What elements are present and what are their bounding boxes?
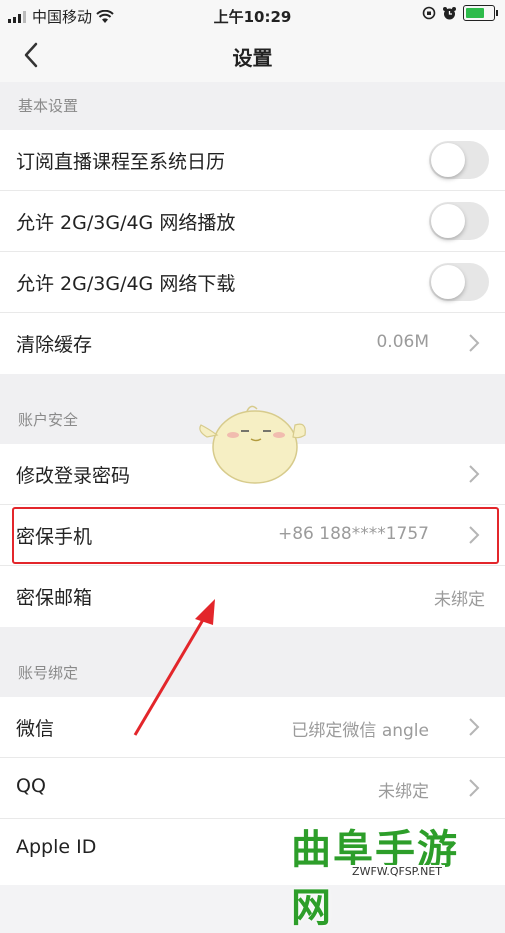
chevron-right-icon: [469, 779, 480, 797]
chevron-right-icon: [469, 526, 480, 544]
row-label: QQ: [16, 775, 46, 797]
chevron-right-icon: [469, 334, 480, 352]
qq-binding-value: 未绑定: [378, 782, 429, 802]
settings-row-calendar[interactable]: 订阅直播课程至系统日历: [0, 130, 505, 191]
watermark-url: ZWFW.QFSP.NET: [349, 865, 445, 878]
calendar-toggle[interactable]: [429, 141, 489, 179]
status-bar: 中国移动 上午10:29: [0, 0, 505, 30]
settings-row-qq[interactable]: QQ 未绑定: [0, 758, 505, 819]
row-label: 修改登录密码: [16, 465, 131, 487]
status-right-group: [422, 5, 498, 21]
settings-row-wechat[interactable]: 微信 已绑定微信 angle: [0, 697, 505, 758]
row-label: 允许 2G/3G/4G 网络播放: [16, 212, 236, 234]
settings-row-clear-cache[interactable]: 清除缓存 0.06M: [0, 313, 505, 374]
toggle-knob: [431, 265, 465, 299]
nav-bar: 设置: [0, 30, 505, 82]
toggle-knob: [431, 143, 465, 177]
settings-row-security-phone[interactable]: 密保手机 +86 188****1757: [0, 505, 505, 566]
chevron-right-icon: [469, 465, 480, 483]
section-header-security: 账户安全: [0, 374, 505, 444]
cache-size-value: 0.06M: [376, 332, 429, 352]
network-download-toggle[interactable]: [429, 263, 489, 301]
row-label: 订阅直播课程至系统日历: [16, 151, 226, 173]
settings-row-network-download[interactable]: 允许 2G/3G/4G 网络下载: [0, 252, 505, 313]
section-header-binding: 账号绑定: [0, 627, 505, 697]
row-label: 清除缓存: [16, 334, 93, 356]
settings-row-network-play[interactable]: 允许 2G/3G/4G 网络播放: [0, 191, 505, 252]
section-header-basic: 基本设置: [0, 82, 505, 130]
battery-icon: [463, 5, 498, 21]
row-label: 密保手机: [16, 526, 93, 548]
site-watermark: 曲阜手游网 ZWFW.QFSP.NET: [291, 817, 501, 931]
wechat-binding-value: 已绑定微信 angle: [291, 721, 429, 741]
row-label: 微信: [16, 718, 55, 740]
chevron-right-icon: [469, 718, 480, 736]
row-label: 允许 2G/3G/4G 网络下载: [16, 273, 236, 295]
settings-row-security-email[interactable]: 密保邮箱 未绑定: [0, 566, 505, 627]
alarm-icon: [443, 6, 456, 19]
toggle-knob: [431, 204, 465, 238]
security-phone-value: +86 188****1757: [278, 524, 429, 544]
settings-row-change-password[interactable]: 修改登录密码: [0, 444, 505, 505]
security-email-value: 未绑定: [434, 590, 485, 610]
network-play-toggle[interactable]: [429, 202, 489, 240]
row-label: 密保邮箱: [16, 587, 93, 609]
row-label: Apple ID: [16, 836, 97, 858]
orientation-lock-icon: [422, 6, 436, 20]
page-title: 设置: [232, 46, 273, 70]
